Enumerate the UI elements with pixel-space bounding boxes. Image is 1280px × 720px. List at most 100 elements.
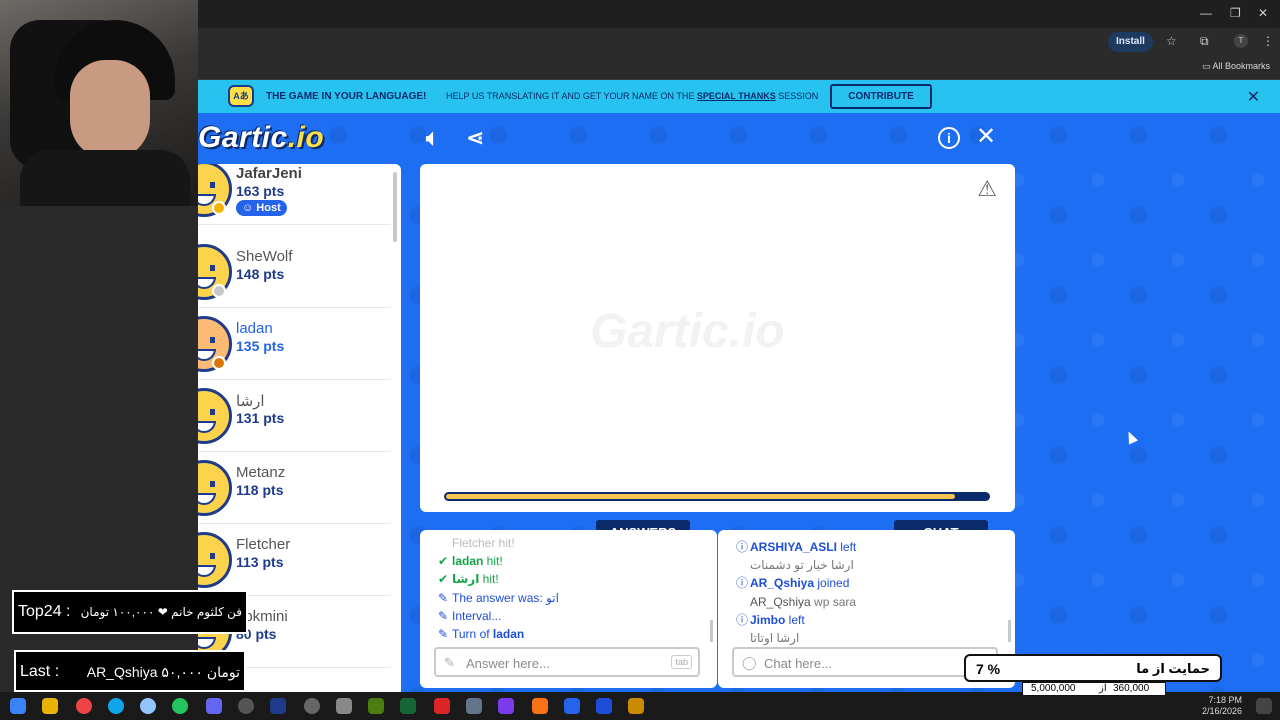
answers-line-text: Fletcher hit! xyxy=(452,536,515,550)
info-icon[interactable]: i xyxy=(938,127,960,149)
app-icon-6[interactable] xyxy=(466,698,482,714)
special-thanks-link[interactable]: SPECIAL THANKS xyxy=(697,91,776,101)
answers-panel: Fletcher hit! ✔ ladan hit! ✔ ارشا hit! ✎ The a… xyxy=(420,530,717,688)
app-icon[interactable] xyxy=(140,698,156,714)
gartic-logo: Gartic.io xyxy=(198,121,324,155)
tab-key-hint: tab xyxy=(671,655,692,669)
chat-line-text: ارشا خیار تو دشمنات xyxy=(750,558,854,573)
chat-feed: ⓘ ARSHIYA_ASLI left ارشا خیار تو دشمنات ⓘ AR… xyxy=(736,538,997,647)
answers-line: ✎ Interval... xyxy=(438,607,699,625)
chat-line-name: Jimbo xyxy=(750,612,786,627)
close-game-icon[interactable]: ✕ xyxy=(976,122,996,151)
banner-close-icon[interactable]: ✕ xyxy=(1247,87,1260,107)
player-row[interactable]: Metanz 118 pts xyxy=(198,452,391,524)
answer-input[interactable]: ✎ Answer here... tab xyxy=(434,647,700,677)
banner-title: THE GAME IN YOUR LANGUAGE! xyxy=(266,91,427,102)
app-icon-3[interactable] xyxy=(336,698,352,714)
windows-taskbar: 7:18 PM 2/16/2026 xyxy=(0,692,1280,720)
menu-dots-icon[interactable]: ⋮ xyxy=(1262,34,1274,48)
share-icon[interactable]: ⋖ xyxy=(466,125,484,151)
app-icon-2[interactable] xyxy=(304,698,320,714)
steam-icon[interactable] xyxy=(270,698,286,714)
chat-line-name: AR_Qshiya xyxy=(750,594,811,609)
info-icon: ✎ xyxy=(438,627,449,642)
discord-icon[interactable] xyxy=(206,698,222,714)
system-clock[interactable]: 7:18 PM 2/16/2026 xyxy=(1202,695,1242,717)
player-points: 131 pts xyxy=(236,410,285,426)
restore-icon[interactable]: ❐ xyxy=(1230,6,1241,20)
app-icon-10[interactable] xyxy=(596,698,612,714)
clock-time: 7:18 PM xyxy=(1208,695,1242,705)
player-avatar xyxy=(198,532,232,588)
chat-line-text: left xyxy=(836,540,857,554)
player-row[interactable]: Fletcher 113 pts xyxy=(198,524,391,596)
answers-line-name: ladan xyxy=(452,554,484,569)
info-icon: ⓘ xyxy=(736,612,749,627)
banner-text-after: SESSION xyxy=(778,91,819,101)
status-dot xyxy=(212,201,226,215)
minimize-icon[interactable]: — xyxy=(1200,6,1212,20)
install-button[interactable]: Install xyxy=(1108,32,1153,52)
webcam-shirt xyxy=(20,150,190,206)
player-name: JafarJeni xyxy=(236,165,302,182)
answers-line: ✔ ladan hit! xyxy=(438,552,699,570)
player-points: 135 pts xyxy=(236,338,285,354)
chat-bubble-icon: ◯ xyxy=(742,655,757,670)
drawing-canvas[interactable]: ⚠ Gartic.io xyxy=(420,164,1015,512)
minecraft-icon[interactable] xyxy=(368,698,384,714)
sound-icon[interactable]: 🔈︎ xyxy=(426,125,439,151)
player-row[interactable]: ✎ ladan 135 pts xyxy=(198,308,391,380)
status-dot xyxy=(212,284,226,298)
profile-avatar[interactable]: T xyxy=(1234,34,1248,48)
logo-text: Gartic xyxy=(198,121,288,154)
file-explorer-icon[interactable] xyxy=(42,698,58,714)
canvas-watermark: Gartic.io xyxy=(590,305,785,358)
obs-icon[interactable] xyxy=(238,698,254,714)
answers-line: ✎ The answer was: اتو xyxy=(438,589,699,607)
chat-line-name: ARSHIYA_ASLI xyxy=(750,540,837,554)
address-bar[interactable] xyxy=(200,31,1100,53)
player-name: SheWolf xyxy=(236,248,293,265)
answers-scrollbar[interactable] xyxy=(710,620,713,642)
translate-icon: Aあ xyxy=(228,85,254,107)
chat-line: ارشا خیار تو دشمنات xyxy=(736,556,997,574)
chat-line-text: joined xyxy=(814,576,850,591)
answers-line-name: ladan xyxy=(492,627,525,642)
app-icon-7[interactable] xyxy=(498,698,514,714)
edge-icon[interactable] xyxy=(108,698,124,714)
all-bookmarks-link[interactable]: ▭ All Bookmarks xyxy=(1202,61,1270,72)
donation-percent: 7 % xyxy=(976,661,1001,677)
player-row[interactable]: ارشا 131 pts xyxy=(198,380,391,452)
chat-line: ⓘ ARSHIYA_ASLI left xyxy=(736,538,997,556)
app-icon-5[interactable] xyxy=(434,698,450,714)
spotify-icon[interactable] xyxy=(172,698,188,714)
chat-input[interactable]: ◯ Chat here... xyxy=(732,647,998,677)
chat-scrollbar[interactable] xyxy=(1008,620,1011,642)
chrome-icon[interactable] xyxy=(76,698,92,714)
chat-line-text: wp sara xyxy=(810,594,857,609)
player-list-scrollbar[interactable] xyxy=(393,172,397,242)
player-points: 163 pts xyxy=(236,183,285,199)
host-badge: ☺ Host xyxy=(236,200,287,216)
player-row[interactable]: SheWolf 148 pts xyxy=(198,236,391,308)
info-icon: ⓘ xyxy=(736,576,749,591)
notification-icon[interactable] xyxy=(1256,698,1272,714)
close-window-icon[interactable]: ✕ xyxy=(1258,6,1268,20)
app-icon-9[interactable] xyxy=(564,698,580,714)
game-area: Aあ THE GAME IN YOUR LANGUAGE! HELP US TR… xyxy=(198,80,1280,692)
player-points: 118 pts xyxy=(236,482,284,498)
contribute-button[interactable]: CONTRIBUTE xyxy=(830,84,932,109)
report-warning-icon[interactable]: ⚠ xyxy=(977,176,997,202)
clock-date: 2/16/2026 xyxy=(1201,706,1242,716)
start-icon[interactable] xyxy=(10,698,26,714)
extensions-icon[interactable]: ⧉ xyxy=(1200,34,1209,49)
round-timer-bar xyxy=(444,492,990,501)
app-icon-11[interactable] xyxy=(628,698,644,714)
all-bookmarks-label: All Bookmarks xyxy=(1212,61,1270,71)
answers-line: Fletcher hit! xyxy=(438,534,699,552)
app-icon-4[interactable] xyxy=(400,698,416,714)
player-row[interactable]: JafarJeni 163 pts ☺ Host xyxy=(198,164,391,225)
bookmark-star-icon[interactable]: ☆ xyxy=(1166,34,1177,48)
answers-feed: Fletcher hit! ✔ ladan hit! ✔ ارشا hit! ✎ The a… xyxy=(438,534,699,643)
app-icon-8[interactable] xyxy=(532,698,548,714)
